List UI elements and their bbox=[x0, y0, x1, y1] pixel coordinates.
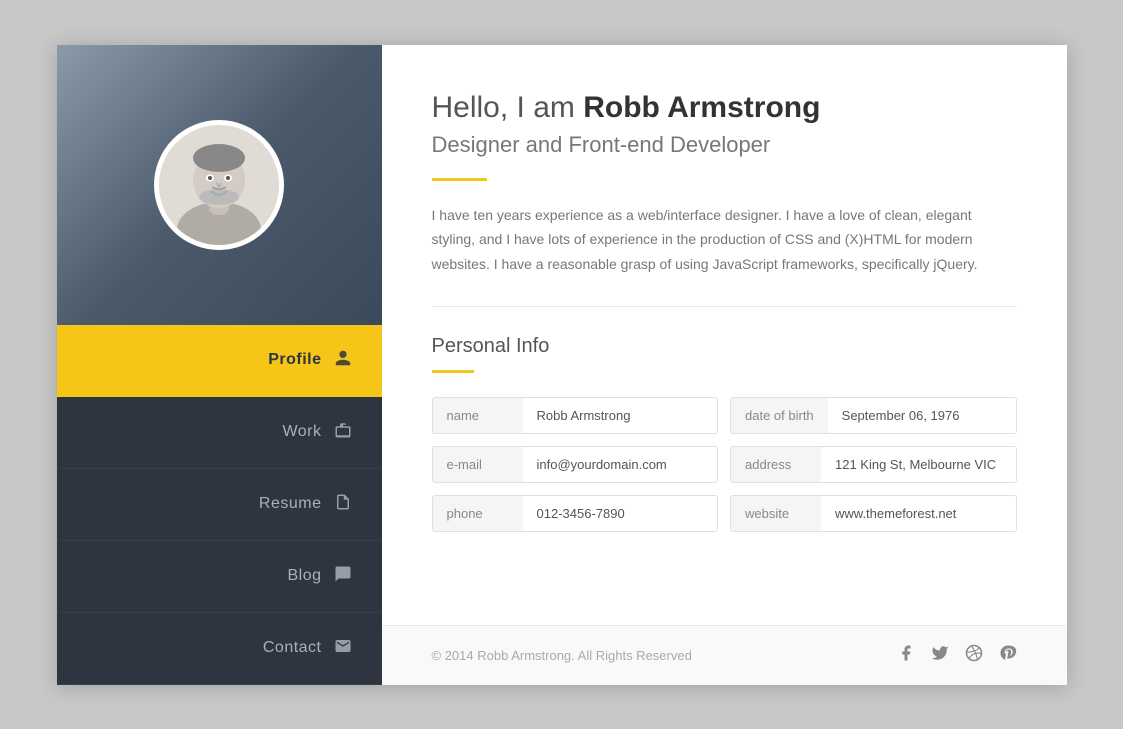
nav-work[interactable]: Work bbox=[57, 397, 382, 469]
facebook-icon[interactable] bbox=[897, 644, 915, 667]
address-value: 121 King St, Melbourne VIC bbox=[821, 447, 1016, 482]
dob-value: September 06, 1976 bbox=[828, 398, 1016, 433]
personal-info-accent-line bbox=[432, 370, 474, 373]
nav-contact[interactable]: Contact bbox=[57, 613, 382, 685]
section-divider bbox=[432, 306, 1017, 307]
hello-title: Hello, I am Robb Armstrong bbox=[432, 90, 1017, 126]
dob-label: date of birth bbox=[731, 398, 828, 433]
work-icon bbox=[334, 421, 352, 444]
info-cell-address: address 121 King St, Melbourne VIC bbox=[730, 446, 1017, 483]
contact-icon bbox=[334, 637, 352, 660]
info-cell-dob: date of birth September 06, 1976 bbox=[730, 397, 1017, 434]
website-label: website bbox=[731, 496, 821, 531]
info-grid: name Robb Armstrong date of birth Septem… bbox=[432, 397, 1017, 532]
info-cell-name: name Robb Armstrong bbox=[432, 397, 719, 434]
accent-line bbox=[432, 178, 487, 181]
phone-value: 012-3456-7890 bbox=[523, 496, 718, 531]
twitter-icon[interactable] bbox=[931, 644, 949, 667]
dribbble-icon[interactable] bbox=[965, 644, 983, 667]
name-value: Robb Armstrong bbox=[523, 398, 718, 433]
hero-name: Robb Armstrong bbox=[583, 91, 820, 124]
phone-label: phone bbox=[433, 496, 523, 531]
app-wrapper: Profile Work Resume Blog Contact bbox=[57, 45, 1067, 685]
info-cell-email: e-mail info@yourdomain.com bbox=[432, 446, 719, 483]
info-cell-phone: phone 012-3456-7890 bbox=[432, 495, 719, 532]
nav-resume[interactable]: Resume bbox=[57, 469, 382, 541]
resume-icon bbox=[334, 493, 352, 516]
address-label: address bbox=[731, 447, 821, 482]
email-value: info@yourdomain.com bbox=[523, 447, 718, 482]
social-icons bbox=[897, 644, 1017, 667]
pinterest-icon[interactable] bbox=[999, 644, 1017, 667]
avatar-area bbox=[57, 45, 382, 325]
profile-icon bbox=[334, 349, 352, 372]
hello-prefix: Hello, I am bbox=[432, 91, 584, 124]
name-label: name bbox=[433, 398, 523, 433]
footer-copyright: © 2014 Robb Armstrong. All Rights Reserv… bbox=[432, 648, 692, 663]
main-content: Hello, I am Robb Armstrong Designer and … bbox=[382, 45, 1067, 625]
sidebar: Profile Work Resume Blog Contact bbox=[57, 45, 382, 685]
avatar bbox=[154, 120, 284, 250]
info-row-1: name Robb Armstrong date of birth Septem… bbox=[432, 397, 1017, 434]
info-row-3: phone 012-3456-7890 website www.themefor… bbox=[432, 495, 1017, 532]
email-label: e-mail bbox=[433, 447, 523, 482]
blog-icon bbox=[334, 565, 352, 588]
nav-profile[interactable]: Profile bbox=[57, 325, 382, 397]
info-row-2: e-mail info@yourdomain.com address 121 K… bbox=[432, 446, 1017, 483]
nav-blog[interactable]: Blog bbox=[57, 541, 382, 613]
personal-info-title: Personal Info bbox=[432, 335, 1017, 358]
info-cell-website: website www.themeforest.net bbox=[730, 495, 1017, 532]
hero-subtitle: Designer and Front-end Developer bbox=[432, 132, 1017, 158]
website-value: www.themeforest.net bbox=[821, 496, 1016, 531]
main-footer: © 2014 Robb Armstrong. All Rights Reserv… bbox=[382, 625, 1067, 685]
main-panel: Hello, I am Robb Armstrong Designer and … bbox=[382, 45, 1067, 685]
bio-text: I have ten years experience as a web/int… bbox=[432, 203, 1017, 277]
